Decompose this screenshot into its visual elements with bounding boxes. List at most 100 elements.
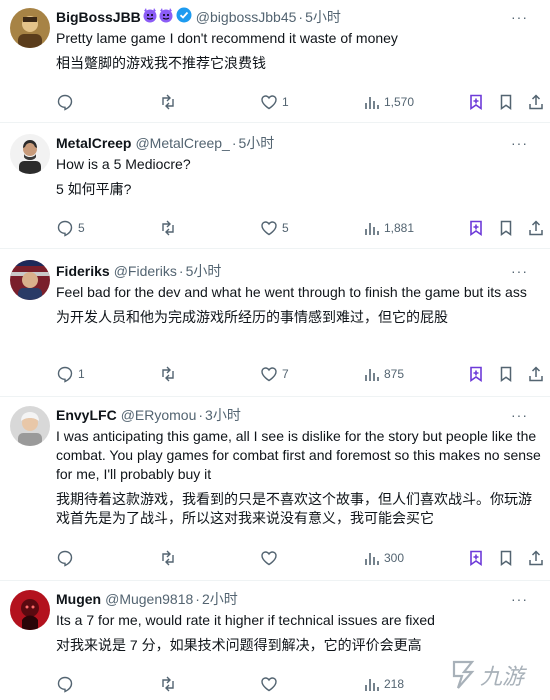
avatar[interactable] <box>10 134 50 174</box>
retweet-icon <box>162 550 174 566</box>
tweet-text: Pretty lame game I don't recommend it wa… <box>56 29 542 73</box>
retweet-button[interactable] <box>159 674 181 694</box>
bookmark-icon <box>500 366 512 382</box>
share-button[interactable] <box>527 92 545 112</box>
tweet-text: Its a 7 for me, would rate it higher if … <box>56 611 542 655</box>
separator-dot: · <box>298 9 304 25</box>
tweet-2[interactable]: MetalCreep @MetalCreep_ · 5小时 ··· How is… <box>0 122 550 249</box>
reply-button[interactable]: 5 <box>56 218 85 238</box>
timestamp[interactable]: 5小时 <box>186 261 222 281</box>
tweet-text-en: Its a 7 for me, would rate it higher if … <box>56 612 435 628</box>
tweet-actions: 1 1,570 <box>56 92 550 112</box>
bookmark-button[interactable] <box>497 92 515 112</box>
tweet-header: EnvyLFC @ERyomou · 3小时 ··· <box>56 405 542 425</box>
like-button[interactable]: 7 <box>260 364 289 384</box>
view-count: 1,570 <box>384 95 415 109</box>
views-chart-icon <box>365 97 379 109</box>
reply-count: 1 <box>78 367 85 381</box>
watermark-text: 九游 <box>480 665 528 690</box>
reply-icon <box>57 366 73 383</box>
display-name[interactable]: MetalCreep <box>56 133 131 153</box>
more-options-icon[interactable]: ··· <box>511 7 528 27</box>
reply-button[interactable]: 1 <box>56 364 85 384</box>
user-handle[interactable]: @bigbossJbb45 <box>196 7 297 27</box>
like-button[interactable] <box>260 548 282 568</box>
view-count: 300 <box>384 551 405 565</box>
reply-feed: BigBossJBB @bigbossJbb45 · 5小时 ··· Prett… <box>0 0 550 700</box>
display-name[interactable]: Fideriks <box>56 261 110 281</box>
tweet-text-en: Feel bad for the dev and what he went th… <box>56 284 527 300</box>
retweet-button[interactable] <box>159 364 181 384</box>
avatar[interactable] <box>10 590 50 630</box>
views-button[interactable]: 875 <box>364 364 404 384</box>
bookmark-icon <box>500 94 512 110</box>
more-options-icon[interactable]: ··· <box>511 405 528 425</box>
like-button[interactable] <box>260 674 282 694</box>
grok-icon <box>470 94 482 111</box>
display-name[interactable]: BigBossJBB <box>56 7 141 27</box>
more-options-icon[interactable]: ··· <box>511 133 528 153</box>
retweet-button[interactable] <box>159 218 181 238</box>
like-button[interactable]: 1 <box>260 92 289 112</box>
timestamp[interactable]: 5小时 <box>305 7 341 27</box>
display-name[interactable]: EnvyLFC <box>56 405 117 425</box>
devil-emoji-icon <box>142 7 174 28</box>
grok-button[interactable] <box>467 548 485 568</box>
views-button[interactable]: 1,881 <box>364 218 414 238</box>
timestamp[interactable]: 5小时 <box>239 133 275 153</box>
tweet-header: Mugen @Mugen9818 · 2小时 ··· <box>56 589 542 609</box>
view-count: 1,881 <box>384 221 415 235</box>
user-handle[interactable]: @ERyomou <box>121 405 197 425</box>
views-chart-icon <box>365 223 379 235</box>
retweet-button[interactable] <box>159 548 181 568</box>
user-handle[interactable]: @Fideriks <box>114 261 177 281</box>
user-handle[interactable]: @Mugen9818 <box>105 589 193 609</box>
views-chart-icon <box>365 679 379 691</box>
tweet-text-zh: 我期待着这款游戏，我看到的只是不喜欢这个故事，但人们喜欢战斗。你玩游戏首先是为了… <box>56 491 532 526</box>
avatar[interactable] <box>10 406 50 446</box>
reply-button[interactable] <box>56 92 78 112</box>
retweet-icon <box>162 220 174 236</box>
bookmark-button[interactable] <box>497 548 515 568</box>
timestamp[interactable]: 3小时 <box>205 405 241 425</box>
timestamp[interactable]: 2小时 <box>202 589 238 609</box>
bookmark-button[interactable] <box>497 218 515 238</box>
tweet-text-zh: 为开发人员和他为完成游戏所经历的事情感到难过，但它的屁股 <box>56 309 448 325</box>
heart-icon <box>261 677 277 692</box>
reply-button[interactable] <box>56 674 78 694</box>
views-button[interactable]: 1,570 <box>364 92 414 112</box>
more-options-icon[interactable]: ··· <box>511 589 528 609</box>
heart-icon <box>261 367 277 382</box>
share-icon <box>529 94 543 110</box>
share-button[interactable] <box>527 364 545 384</box>
avatar[interactable] <box>10 8 50 48</box>
share-button[interactable] <box>527 548 545 568</box>
grok-button[interactable] <box>467 218 485 238</box>
bookmark-icon <box>500 220 512 236</box>
reply-button[interactable] <box>56 548 78 568</box>
share-button[interactable] <box>527 218 545 238</box>
retweet-button[interactable] <box>159 92 181 112</box>
retweet-icon <box>162 94 174 110</box>
reply-icon <box>57 94 73 111</box>
tweet-3[interactable]: Fideriks @Fideriks · 5小时 ··· Feel bad fo… <box>0 248 550 397</box>
display-name[interactable]: Mugen <box>56 589 101 609</box>
views-button[interactable]: 218 <box>364 674 404 694</box>
views-button[interactable]: 300 <box>364 548 404 568</box>
tweet-header: BigBossJBB @bigbossJbb45 · 5小时 ··· <box>56 7 542 27</box>
tweet-text-zh: 相当蹩脚的游戏我不推荐它浪费钱 <box>56 55 266 71</box>
avatar[interactable] <box>10 260 50 300</box>
grok-button[interactable] <box>467 92 485 112</box>
tweet-actions: 5 5 1,881 <box>56 218 550 238</box>
user-handle[interactable]: @MetalCreep_ <box>135 133 229 153</box>
tweet-actions: 300 <box>56 548 550 568</box>
tweet-4[interactable]: EnvyLFC @ERyomou · 3小时 ··· I was anticip… <box>0 396 550 581</box>
bookmark-button[interactable] <box>497 364 515 384</box>
verified-badge-icon <box>176 7 192 28</box>
like-count: 1 <box>282 95 289 109</box>
more-options-icon[interactable]: ··· <box>511 261 528 281</box>
like-button[interactable]: 5 <box>260 218 289 238</box>
tweet-1[interactable]: BigBossJBB @bigbossJbb45 · 5小时 ··· Prett… <box>0 0 550 123</box>
tweet-text-zh: 对我来说是 7 分，如果技术问题得到解决，它的评价会更高 <box>56 637 422 653</box>
grok-button[interactable] <box>467 364 485 384</box>
